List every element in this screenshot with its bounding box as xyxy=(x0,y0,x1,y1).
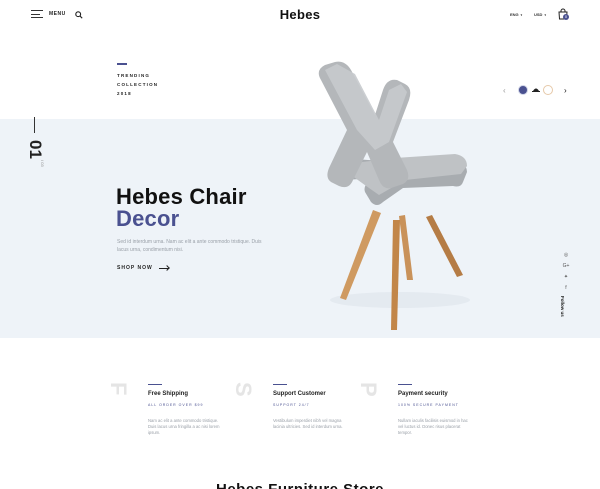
chevron-left-icon[interactable]: ‹ xyxy=(503,86,506,95)
site-header: MENU Hebes ENG ▾ USD ▾ 0 xyxy=(0,0,600,30)
chevron-down-icon: ▾ xyxy=(544,13,546,17)
instagram-icon[interactable]: ◎ xyxy=(564,252,568,258)
shop-now-button[interactable]: SHOP NOW xyxy=(117,265,169,271)
feature-title: Payment security xyxy=(398,391,448,397)
feature-subtitle: SUPPORT 24/7 xyxy=(273,403,310,407)
feature-letter: P xyxy=(356,382,381,397)
feature-description: Vestibulum imperdiet nibh vel magna laci… xyxy=(273,418,343,429)
feature-title: Free Shipping xyxy=(148,391,189,397)
feature-subtitle: ALL ORDER OVER $99 xyxy=(148,403,204,407)
slide-thumbnail-3[interactable] xyxy=(543,85,553,95)
hero-description: Sed id interdum urna. Nam ac elit a ante… xyxy=(117,239,262,253)
feature-letter: F xyxy=(106,382,131,396)
google-plus-icon[interactable]: G+ xyxy=(563,263,570,269)
slide-thumbnail-2[interactable] xyxy=(531,85,541,95)
slide-current-number: 01 xyxy=(26,140,45,159)
feature-description: Nam ac elit a ante commodo tristique. Du… xyxy=(148,418,220,435)
twitter-icon[interactable]: ✦ xyxy=(564,274,568,280)
language-value: ENG xyxy=(510,12,519,17)
hero-chair-image xyxy=(318,61,470,330)
feature-title: Support Customer xyxy=(273,391,326,397)
feature-letter: S xyxy=(231,382,256,397)
feature-description: Nullam iaculis facilisis euismod in hac … xyxy=(398,418,468,435)
cart-count-badge: 0 xyxy=(563,14,569,20)
slide-total: / 03 xyxy=(40,160,45,167)
slide-divider xyxy=(34,117,35,133)
trending-accent-line xyxy=(117,63,127,65)
trending-line-3: 2018 xyxy=(117,91,132,96)
trending-line-1: TRENDING xyxy=(117,73,151,78)
currency-selector[interactable]: USD ▾ xyxy=(534,12,546,17)
slide-counter: 01 / 03 xyxy=(23,140,53,180)
section-title: Hebes Furniture Store xyxy=(0,481,600,489)
chevron-right-icon[interactable]: › xyxy=(564,86,567,95)
feature-accent-line xyxy=(398,384,412,385)
follow-us-label: Follow us xyxy=(560,296,565,317)
chevron-down-icon: ▾ xyxy=(520,13,523,17)
social-links: ◎ G+ ✦ f xyxy=(562,252,570,291)
feature-accent-line xyxy=(273,384,287,385)
feature-accent-line xyxy=(148,384,162,385)
language-selector[interactable]: ENG ▾ xyxy=(510,12,522,17)
hero-title-line-2: Decor xyxy=(116,206,180,231)
trending-label: TRENDING COLLECTION 2018 xyxy=(117,71,158,98)
currency-value: USD xyxy=(534,12,543,17)
shop-now-label: SHOP NOW xyxy=(117,265,153,271)
feature-subtitle: 100% SECURE PAYMENT xyxy=(398,403,459,407)
arrow-right-icon xyxy=(158,267,169,269)
trending-line-2: COLLECTION xyxy=(117,82,159,87)
slide-thumbnail-1[interactable] xyxy=(518,85,528,95)
facebook-icon[interactable]: f xyxy=(565,285,566,291)
